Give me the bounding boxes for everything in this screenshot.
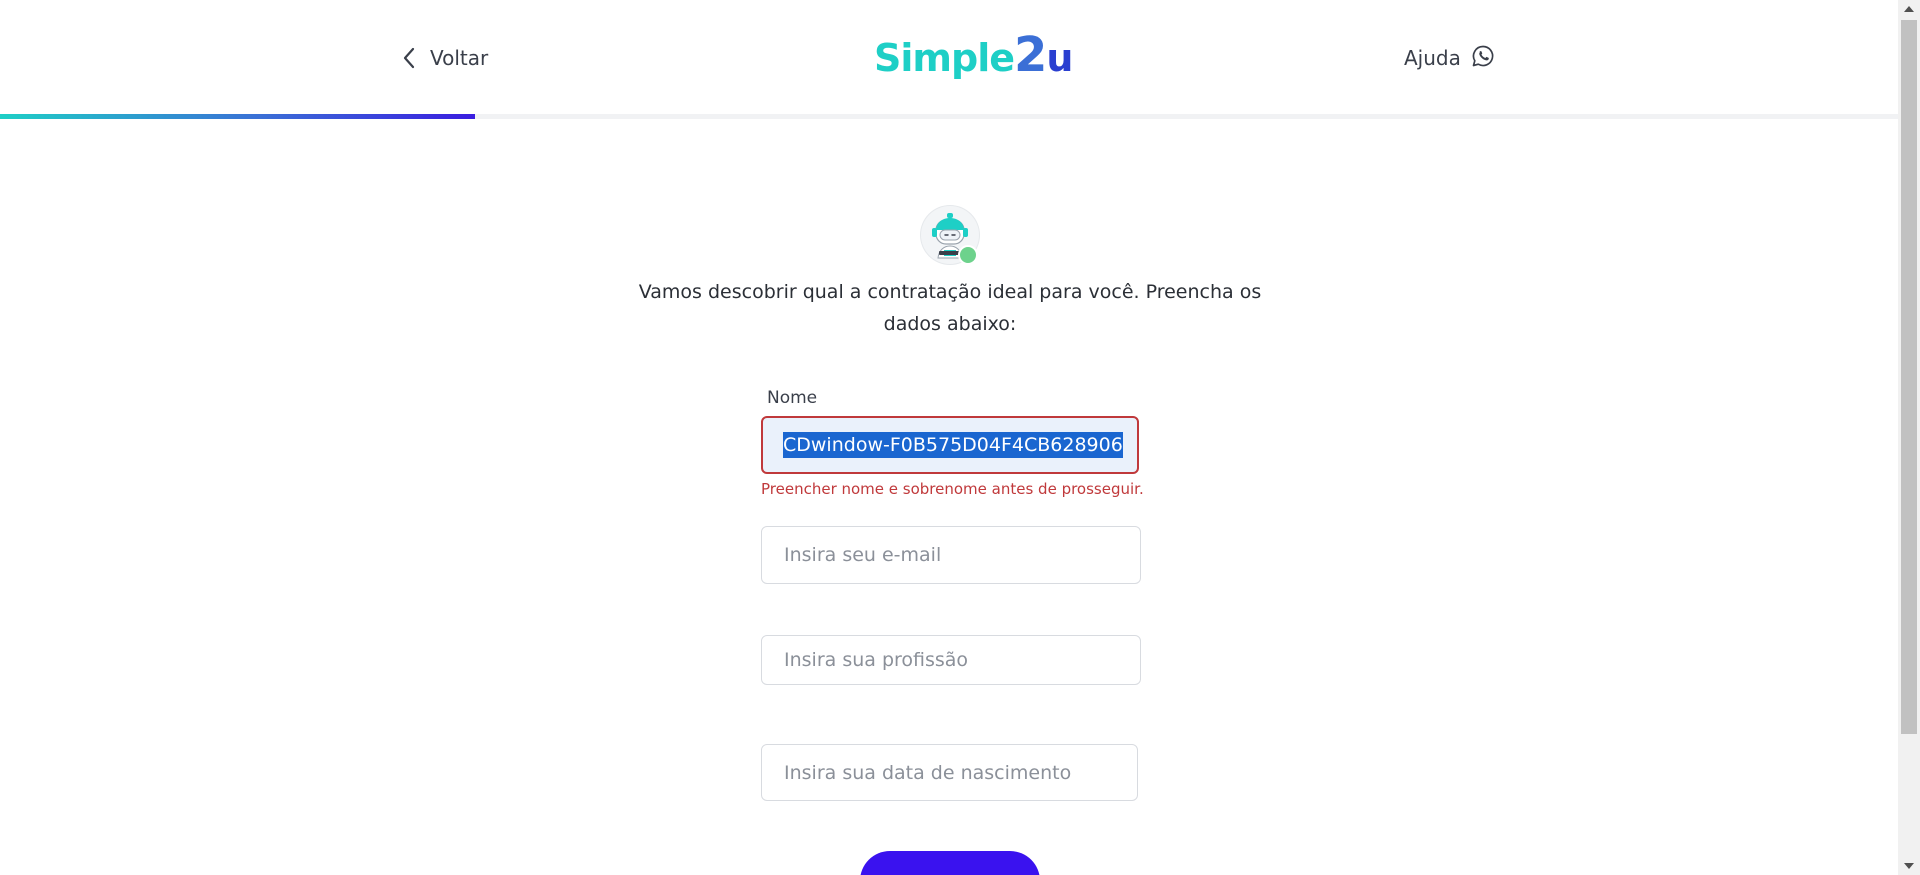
help-link[interactable]: Ajuda <box>1404 42 1495 74</box>
intro-text: Vamos descobrir qual a contratação ideal… <box>638 281 1262 335</box>
arrow-down-icon[interactable] <box>1898 857 1920 875</box>
logo[interactable]: Simple2u <box>874 30 1073 80</box>
name-error-message: Preencher nome e sobrenome antes de pros… <box>761 480 1144 498</box>
birthdate-input[interactable]: Insira sua data de nascimento <box>761 744 1138 801</box>
birthdate-input-placeholder: Insira sua data de nascimento <box>784 761 1072 784</box>
scrollbar-thumb[interactable] <box>1901 20 1917 734</box>
logo-part-simple: Simple <box>874 36 1015 80</box>
name-input-value: CDwindow-F0B575D04F4CB628906 <box>783 432 1123 458</box>
profession-input-placeholder: Insira sua profissão <box>784 649 969 671</box>
name-input[interactable]: CDwindow-F0B575D04F4CB628906 <box>761 416 1139 474</box>
online-status-dot <box>958 245 978 265</box>
logo-part-2: 2 <box>1014 27 1047 83</box>
arrow-up-icon[interactable] <box>1898 0 1920 18</box>
help-label: Ajuda <box>1404 46 1461 70</box>
logo-part-u: u <box>1046 36 1073 80</box>
vertical-scrollbar[interactable] <box>1898 0 1920 875</box>
email-input-placeholder: Insira seu e-mail <box>784 544 942 566</box>
name-field-label: Nome <box>767 388 818 408</box>
back-link[interactable]: Voltar <box>402 42 488 74</box>
header: Voltar Simple2u Ajuda <box>0 0 1898 116</box>
email-input[interactable]: Insira seu e-mail <box>761 526 1141 584</box>
whatsapp-icon <box>1471 44 1495 72</box>
progress-bar <box>0 114 475 119</box>
logo-text: Simple2u <box>874 31 1073 80</box>
continue-button[interactable] <box>860 851 1040 875</box>
profession-input[interactable]: Insira sua profissão <box>761 635 1141 685</box>
chevron-left-icon <box>402 47 416 69</box>
back-label: Voltar <box>430 46 489 70</box>
page: Voltar Simple2u Ajuda Vamos descobrir qu… <box>0 0 1920 875</box>
